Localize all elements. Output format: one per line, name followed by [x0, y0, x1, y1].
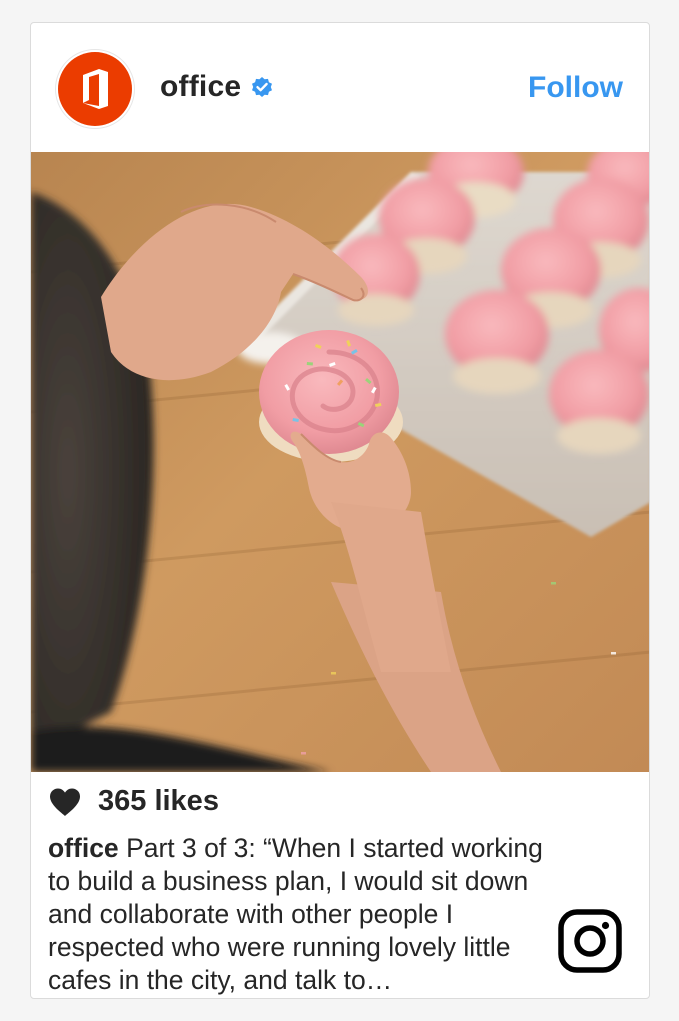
post-header: office Follow	[31, 23, 649, 152]
instagram-icon[interactable]	[558, 909, 622, 973]
username-group: office	[160, 70, 274, 104]
heart-icon[interactable]	[48, 787, 82, 817]
post-photo[interactable]	[31, 152, 649, 772]
post-caption: office Part 3 of 3: “When I started work…	[48, 832, 568, 997]
office-logo-icon	[58, 52, 132, 126]
caption-text: Part 3 of 3: “When I started working to …	[48, 833, 543, 995]
caption-username[interactable]: office	[48, 833, 119, 863]
cupcake-photo-image	[31, 152, 649, 772]
username[interactable]: office	[160, 70, 241, 104]
follow-button[interactable]: Follow	[528, 71, 623, 105]
likes-row: 365 likes	[48, 785, 219, 818]
avatar[interactable]	[55, 49, 135, 129]
likes-count[interactable]: 365 likes	[98, 785, 219, 818]
instagram-embed-card: office Follow 365 likes office Part 3 of…	[30, 22, 650, 999]
verified-badge-icon	[252, 77, 273, 97]
